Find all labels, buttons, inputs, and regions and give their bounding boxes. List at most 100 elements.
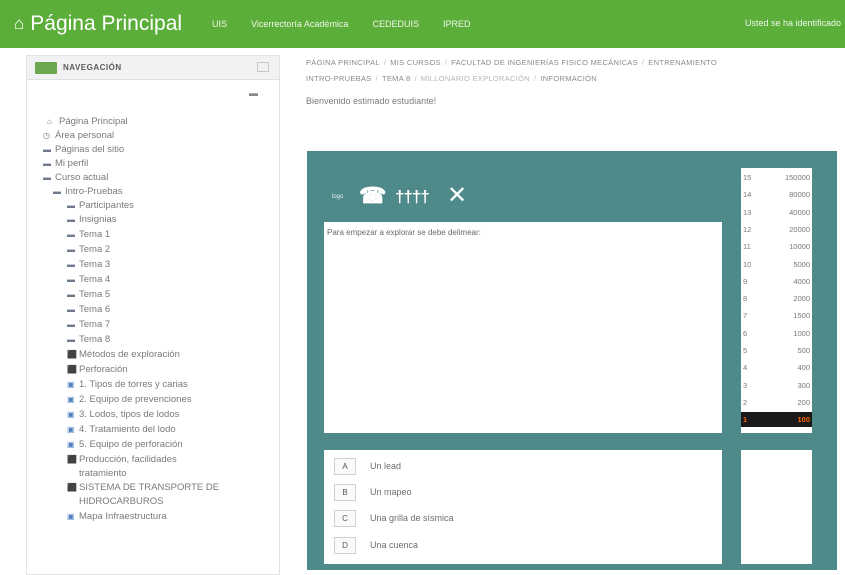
breadcrumb-item[interactable]: FACULTAD DE INGENIERÍAS FISICO MECÁNICAS: [451, 58, 638, 67]
nav-item[interactable]: ▬ Tema 5: [67, 289, 110, 300]
answer-letter[interactable]: A: [334, 457, 356, 475]
nav-item[interactable]: ⬛ SISTEMA DE TRANSPORTE DE: [67, 482, 219, 493]
audience-lifeline-icon[interactable]: ††††: [395, 187, 430, 207]
nav-item[interactable]: ▬ Páginas del sitio: [43, 144, 124, 155]
top-navbar: ⌂ Página Principal UIS Vicerrectoría Aca…: [0, 0, 845, 48]
nav-item-label: Páginas del sitio: [55, 144, 125, 155]
answer-option-b[interactable]: B Un mapeo: [334, 481, 412, 503]
prize-level-amount: 300: [797, 380, 810, 390]
answer-letter[interactable]: C: [334, 509, 356, 527]
nav-item[interactable]: ▬ Tema 6: [67, 304, 110, 315]
breadcrumb-item[interactable]: MILLONARIO EXPLORACIÓN: [421, 74, 530, 83]
nav-item[interactable]: ▬ Curso actual: [43, 172, 108, 183]
info-side-box: [741, 450, 812, 564]
prize-level: 14 80000: [741, 187, 812, 202]
nav-item[interactable]: ▬ Tema 1: [67, 229, 110, 240]
nav-item[interactable]: ▬ Tema 4: [67, 274, 110, 285]
nav-item[interactable]: HIDROCARBUROS: [79, 496, 163, 507]
answer-letter[interactable]: B: [334, 483, 356, 501]
prize-level-number: 8: [743, 294, 748, 304]
fifty-fifty-lifeline-icon[interactable]: ✕: [447, 181, 467, 210]
nav-item[interactable]: ◷ Área personal: [43, 130, 114, 141]
nav-item[interactable]: tratamiento: [79, 468, 127, 479]
folder-icon: ▬: [67, 260, 75, 269]
prize-level-amount: 1000: [793, 328, 810, 338]
answer-option-c[interactable]: C Una grilla de sísmica: [334, 507, 454, 529]
prize-level: 10 5000: [741, 257, 812, 272]
question-box: Para empezar a explorar se debe delimear…: [324, 222, 722, 433]
brand-link[interactable]: ⌂ Página Principal: [14, 12, 182, 36]
nav-item[interactable]: ▬ Tema 2: [67, 244, 110, 255]
nav-item-label: Intro-Pruebas: [65, 186, 123, 197]
nav-link-cededuis[interactable]: CEDEDUIS: [372, 19, 419, 29]
answer-letter[interactable]: D: [334, 536, 356, 554]
prize-level: 15 150000: [741, 170, 812, 185]
prize-level: 9 4000: [741, 274, 812, 289]
answer-option-d[interactable]: D Una cuenca: [334, 534, 418, 556]
nav-item[interactable]: ▬ Intro-Pruebas: [53, 186, 123, 197]
breadcrumb-item[interactable]: INTRO-PRUEBAS: [306, 74, 372, 83]
nav-item[interactable]: ▣ 4. Tratamiento del lodo: [67, 424, 176, 435]
nav-item[interactable]: ▣ 2. Equipo de prevenciones: [67, 394, 192, 405]
prize-level-number: 5: [743, 346, 748, 355]
breadcrumb-separator: /: [375, 74, 378, 83]
prize-level: 4 400: [741, 360, 812, 375]
breadcrumb-item[interactable]: TEMA 8: [382, 74, 410, 83]
nav-item-label: 1. Tipos de torres y carias: [79, 379, 188, 390]
breadcrumb-separator: /: [444, 58, 448, 67]
nav-item-label: 2. Equipo de prevenciones: [79, 394, 192, 405]
nav-item[interactable]: ⬛ Métodos de exploración: [67, 349, 180, 360]
breadcrumb-item[interactable]: MIS CURSOS: [390, 58, 441, 67]
pdf-icon: ⬛: [67, 365, 77, 374]
prize-level-amount: 2000: [793, 294, 810, 304]
nav-item-label: Insignias: [79, 214, 117, 225]
breadcrumb-item[interactable]: ENTRENAMIENTO: [648, 58, 717, 67]
block-actions-button[interactable]: [257, 62, 269, 72]
breadcrumb-item[interactable]: INFORMACIÓN: [540, 74, 597, 83]
prize-level-number: 10: [743, 259, 752, 269]
phone-lifeline-icon[interactable]: ☎: [359, 183, 386, 209]
nav-item[interactable]: ▣ 5. Equipo de perforación: [67, 439, 183, 450]
nav-item-label: Tema 6: [79, 304, 111, 315]
prize-level-number: 3: [743, 380, 748, 390]
nav-item[interactable]: ▬ Tema 8: [67, 334, 110, 345]
folder-icon: ▬: [67, 320, 75, 329]
millionaire-game-panel: logo ☎ †††† ✕ Para empezar a explorar se…: [307, 151, 837, 570]
nav-item-label: Producción, facilidades: [79, 454, 177, 465]
nav-item[interactable]: ▬ Tema 3: [67, 259, 110, 270]
nav-item-label: Métodos de exploración: [79, 349, 180, 360]
folder-icon: ▬: [67, 290, 75, 299]
prize-level-number: 7: [743, 311, 748, 321]
prize-level: 2 200: [741, 395, 812, 410]
nav-item[interactable]: ⬛ Producción, facilidades: [67, 454, 177, 465]
nav-item-label: Tema 4: [79, 274, 111, 285]
nav-item[interactable]: ▣ 1. Tipos de torres y carias: [67, 379, 188, 390]
folder-icon: ▬: [67, 215, 75, 224]
nav-item[interactable]: ▬ Mi perfil: [43, 158, 88, 169]
nav-item[interactable]: ⌂ Página Principal: [47, 116, 128, 127]
nav-item-label: Tema 7: [79, 319, 111, 330]
nav-link-vicerrectoria[interactable]: Vicerrectoría Académica: [251, 19, 348, 29]
nav-item[interactable]: ▣ 3. Lodos, tipos de lodos: [67, 409, 179, 420]
nav-item[interactable]: ▬ Tema 7: [67, 319, 110, 330]
nav-link-uis[interactable]: UIS: [212, 19, 227, 29]
nav-item-label: tratamiento: [79, 468, 127, 479]
collapse-icon[interactable]: ▬: [249, 88, 258, 98]
nav-item-label: Participantes: [79, 200, 134, 211]
nav-item[interactable]: ⬛ Perforación: [67, 364, 128, 375]
prize-level-number: 1: [743, 415, 748, 425]
nav-item-label: Página Principal: [59, 116, 128, 127]
prize-level-amount: 4000: [793, 276, 810, 286]
nav-item[interactable]: ▬ Insignias: [67, 214, 117, 225]
prize-level-number: 4: [743, 363, 748, 373]
home-icon: ⌂: [47, 117, 52, 126]
breadcrumb-separator: /: [414, 74, 417, 83]
game-logo: logo: [332, 194, 344, 200]
answer-option-a[interactable]: A Un lead: [334, 455, 401, 477]
nav-item[interactable]: ▬ Participantes: [67, 200, 134, 211]
breadcrumb-item[interactable]: PÁGINA PRINCIPAL: [306, 58, 380, 67]
nav-item[interactable]: ▣ Mapa Infraestructura: [67, 511, 167, 522]
nav-item-label: Tema 2: [79, 244, 111, 255]
nav-link-ipred[interactable]: IPRED: [443, 19, 471, 29]
prize-level-amount: 10000: [789, 242, 810, 252]
